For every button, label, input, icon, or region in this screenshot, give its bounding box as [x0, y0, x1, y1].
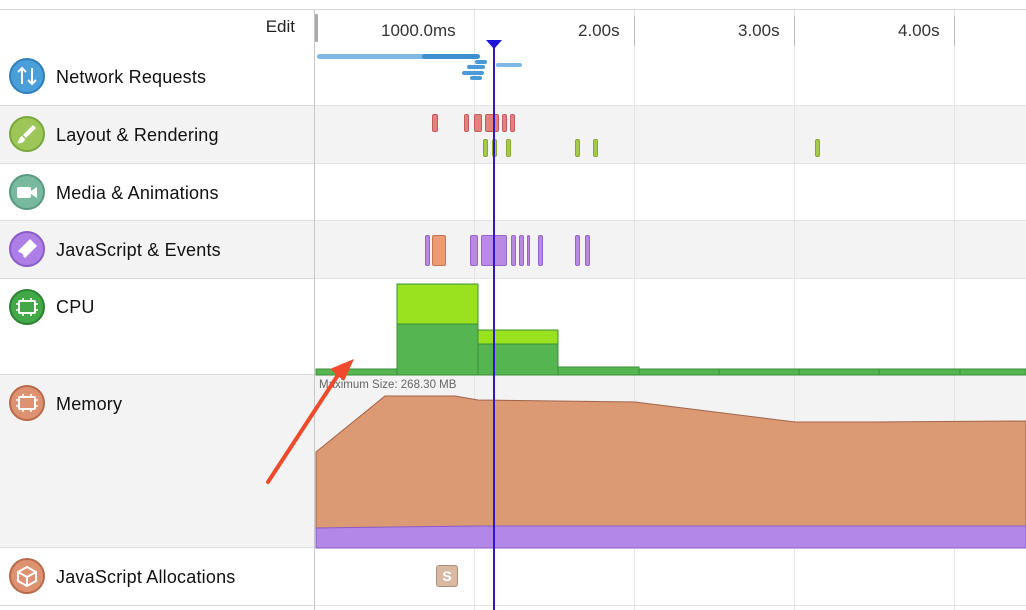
cpu-graph — [315, 283, 1026, 549]
cpu-bar — [718, 368, 800, 376]
track-row-cpu[interactable]: CPU — [0, 279, 315, 375]
track-row-network[interactable]: Network Requests — [0, 47, 315, 106]
edit-button[interactable]: Edit — [266, 17, 295, 37]
timeline-area[interactable]: 1000.0ms 2.00s 3.00s 4.00s Maximum Size:… — [315, 0, 1026, 610]
memory-area — [315, 395, 1026, 529]
track-label-javascript: JavaScript & Events — [56, 240, 221, 260]
track-row-memory[interactable]: Memory — [0, 375, 315, 548]
track-label-cpu: CPU — [56, 297, 95, 317]
track-row-layout[interactable]: Layout & Rendering — [0, 106, 315, 164]
cpu-bar — [959, 368, 1026, 376]
cube-icon — [9, 558, 45, 594]
video-camera-icon — [9, 174, 45, 210]
header-divider — [0, 9, 1026, 10]
track-labels-panel: Edit Network Requests Layout & Rendering — [0, 0, 315, 610]
cpu-bar-high — [477, 329, 559, 345]
cpu-bar — [798, 368, 880, 376]
playhead-line[interactable] — [493, 45, 495, 610]
playhead-handle[interactable] — [486, 40, 502, 49]
track-row-allocations[interactable]: JavaScript Allocations — [0, 548, 315, 606]
script-icon — [9, 231, 45, 267]
network-arrows-icon — [9, 58, 45, 94]
cpu-bar — [878, 368, 961, 376]
cpu-bar — [315, 368, 398, 376]
heap-snapshot-marker[interactable]: S — [436, 565, 458, 587]
track-label-layout: Layout & Rendering — [56, 125, 219, 145]
track-label-memory: Memory — [56, 394, 123, 414]
cpu-bar — [477, 343, 559, 376]
cpu-bar-high — [396, 283, 479, 325]
memory-js-area — [315, 525, 1026, 549]
memory-max-size-label: Maximum Size: 268.30 MB — [319, 379, 457, 391]
track-label-network: Network Requests — [56, 67, 207, 87]
paintbrush-icon — [9, 116, 45, 152]
track-label-media: Media & Animations — [56, 183, 219, 203]
track-row-javascript[interactable]: JavaScript & Events — [0, 221, 315, 279]
track-row-media[interactable]: Media & Animations — [0, 164, 315, 221]
cpu-bar — [638, 368, 720, 376]
track-label-allocations: JavaScript Allocations — [56, 567, 236, 587]
cpu-bar — [396, 323, 479, 376]
cpu-chip-icon — [9, 289, 45, 325]
memory-chip-icon — [9, 385, 45, 421]
cpu-bar — [557, 366, 640, 376]
column-divider[interactable] — [314, 10, 315, 610]
